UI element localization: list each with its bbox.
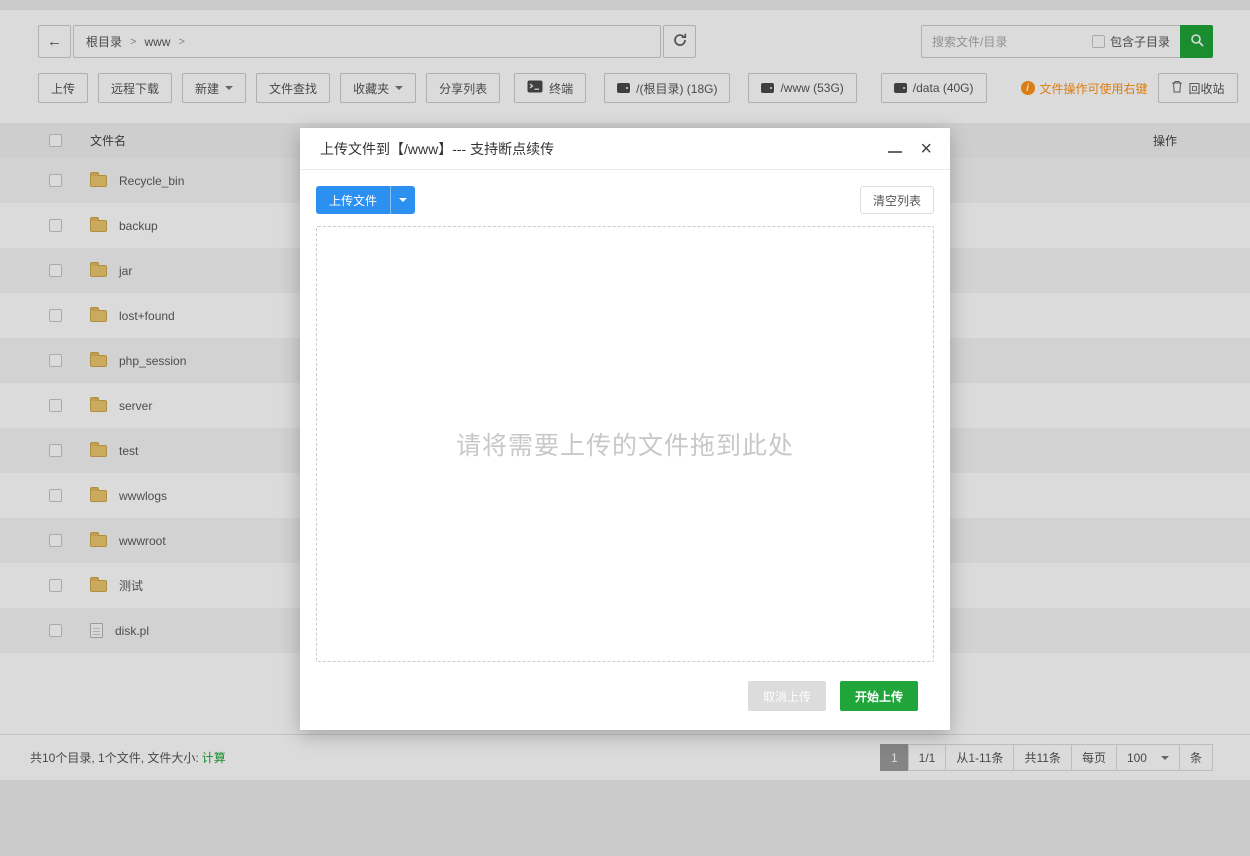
upload-dialog-title: 上传文件到【/www】--- 支持断点续传 (320, 139, 554, 159)
clear-list-button[interactable]: 清空列表 (860, 186, 934, 214)
minimize-icon[interactable] (888, 151, 902, 153)
upload-dialog-body: 上传文件 清空列表 请将需要上传的文件拖到此处 取消上传 开始上传 (300, 170, 950, 711)
upload-dialog: 上传文件到【/www】--- 支持断点续传 × 上传文件 清空列表 请将需要上传… (300, 128, 950, 730)
dropzone-hint-text: 请将需要上传的文件拖到此处 (456, 426, 794, 462)
upload-file-button[interactable]: 上传文件 (316, 186, 390, 214)
upload-dialog-footer: 取消上传 开始上传 (316, 662, 934, 711)
cancel-upload-button[interactable]: 取消上传 (748, 681, 826, 711)
upload-file-split-button: 上传文件 (316, 186, 415, 214)
start-upload-button[interactable]: 开始上传 (840, 681, 918, 711)
upload-file-dropdown-button[interactable] (390, 186, 415, 214)
upload-dropzone[interactable]: 请将需要上传的文件拖到此处 (316, 226, 934, 662)
upload-dialog-header: 上传文件到【/www】--- 支持断点续传 × (300, 128, 950, 170)
chevron-down-icon (399, 198, 407, 202)
close-icon[interactable]: × (920, 139, 932, 159)
